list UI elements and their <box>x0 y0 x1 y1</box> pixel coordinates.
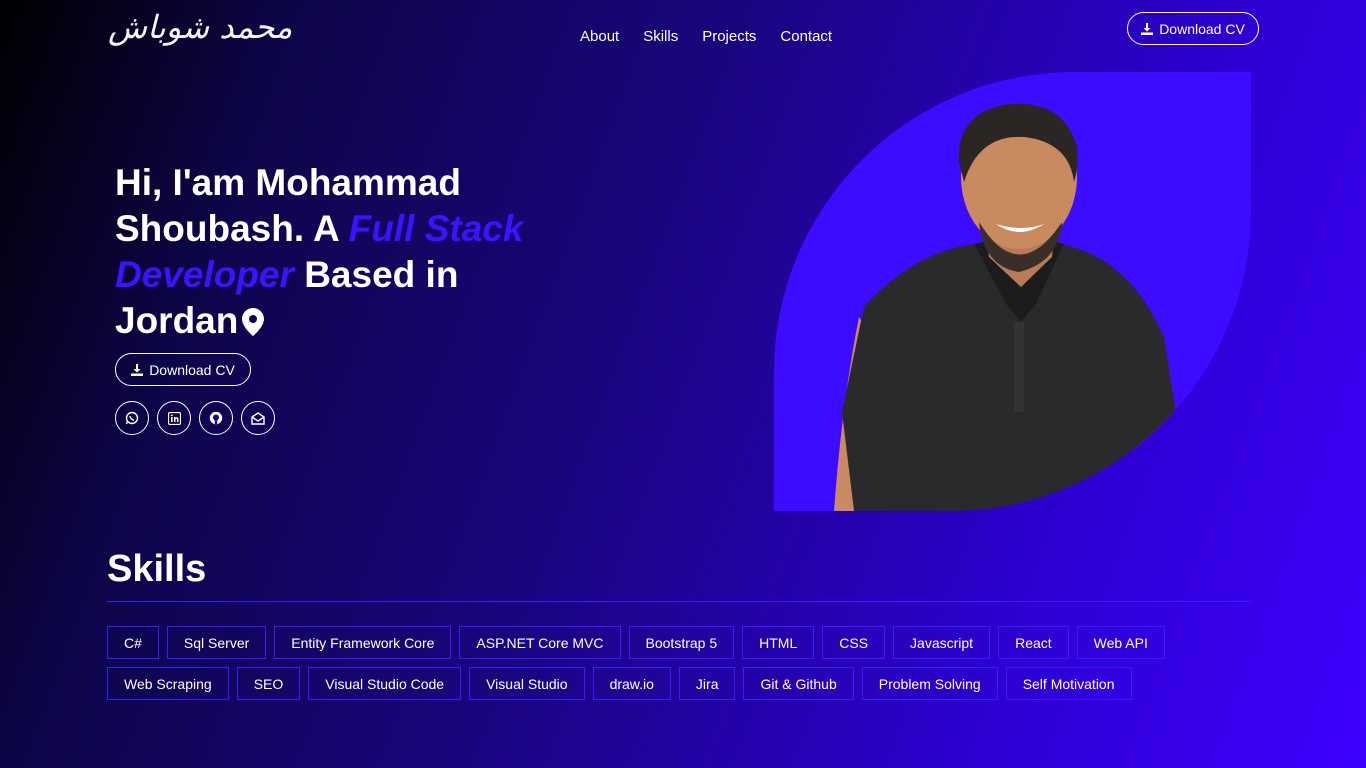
skill-tag: CSS <box>822 626 886 659</box>
nav-about[interactable]: About <box>580 28 619 45</box>
skill-tag: React <box>998 626 1069 659</box>
skill-tag: C# <box>107 626 159 659</box>
hero-greeting: Hi, I'am <box>115 162 256 203</box>
github-link[interactable] <box>199 401 233 435</box>
hero-download-cv-label: Download CV <box>149 361 235 378</box>
skill-tag: draw.io <box>592 667 671 700</box>
whatsapp-icon <box>125 411 139 425</box>
skill-tag: Visual Studio <box>469 667 585 700</box>
skill-tag: Self Motivation <box>1005 667 1132 700</box>
skill-tag: Jira <box>678 667 736 700</box>
main-nav: About Skills Projects Contact <box>580 28 832 45</box>
skill-tag: ASP.NET Core MVC <box>459 626 621 659</box>
nav-skills[interactable]: Skills <box>643 28 678 45</box>
skill-tag: Visual Studio Code <box>308 667 462 700</box>
profile-photo <box>774 72 1251 511</box>
skill-tag: Web API <box>1076 626 1165 659</box>
skill-tag: SEO <box>236 667 301 700</box>
email-icon <box>251 411 265 425</box>
download-icon <box>1141 22 1154 35</box>
skill-tag: Git & Github <box>743 667 854 700</box>
github-icon <box>209 411 223 425</box>
hero-download-cv-button[interactable]: Download CV <box>115 353 251 386</box>
skills-list: C# Sql Server Entity Framework Core ASP.… <box>107 626 1257 700</box>
nav-projects[interactable]: Projects <box>702 28 756 45</box>
hero-mid: . A <box>293 208 349 249</box>
location-pin-icon <box>242 308 265 336</box>
linkedin-link[interactable] <box>157 401 191 435</box>
logo[interactable]: محمد شوباش <box>108 8 292 46</box>
email-link[interactable] <box>241 401 275 435</box>
person-illustration <box>834 103 1179 511</box>
skill-tag: HTML <box>742 626 815 659</box>
skills-title: Skills <box>107 548 207 590</box>
header-download-cv-label: Download CV <box>1159 20 1245 37</box>
skill-tag: Web Scraping <box>107 667 229 700</box>
skill-tag: Javascript <box>893 626 991 659</box>
hero-location: Jordan <box>115 300 239 341</box>
download-icon <box>131 363 144 376</box>
header-download-cv-button[interactable]: Download CV <box>1127 12 1259 45</box>
skill-tag: Sql Server <box>166 626 267 659</box>
nav-contact[interactable]: Contact <box>780 28 832 45</box>
whatsapp-link[interactable] <box>115 401 149 435</box>
social-links <box>115 401 275 435</box>
skill-tag: Problem Solving <box>861 667 998 700</box>
hero-based: Based in <box>293 254 459 295</box>
linkedin-icon <box>167 411 181 425</box>
skill-tag: Entity Framework Core <box>274 626 452 659</box>
skills-divider <box>107 601 1251 602</box>
hero-heading: Hi, I'am Mohammad Shoubash. A Full Stack… <box>115 160 555 344</box>
skill-tag: Bootstrap 5 <box>628 626 735 659</box>
